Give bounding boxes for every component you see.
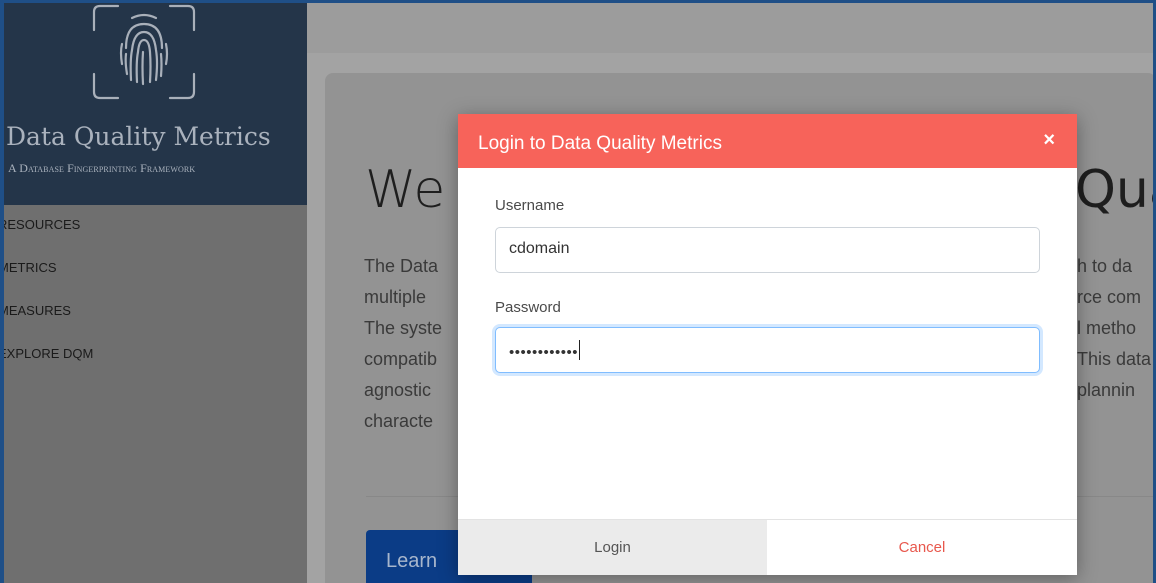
sidebar-item-measures[interactable]: MEASURES [0, 300, 93, 343]
sidebar-item-explore-dqm[interactable]: EXPLORE DQM [0, 343, 93, 386]
login-button[interactable]: Login [458, 520, 767, 575]
lead-line: The Data [364, 256, 439, 276]
top-navbar [307, 0, 1156, 53]
lead-line: This data [1077, 349, 1152, 369]
hero-title-continued: Qua [1075, 160, 1156, 220]
lead-line: l metho [1077, 318, 1137, 338]
password-value: •••••••••••• [509, 344, 579, 361]
lead-line: plannin [1077, 380, 1136, 400]
sidebar-item-metrics[interactable]: METRICS [0, 257, 93, 300]
brand-panel: Data Quality Metrics A Database Fingerpr… [0, 0, 307, 205]
close-icon[interactable]: × [1043, 130, 1055, 150]
lead-line: multiple [364, 287, 427, 307]
password-label: Password [495, 299, 561, 316]
lead-line: rce com [1077, 287, 1142, 307]
login-modal: Login to Data Quality Metrics × Username… [458, 114, 1077, 575]
sidebar-nav: RESOURCES METRICS MEASURES EXPLORE DQM [0, 214, 93, 386]
password-input[interactable]: •••••••••••• [495, 327, 1040, 373]
username-input[interactable]: cdomain [495, 227, 1040, 273]
hero-lead-text-continued: h to da rce com l metho This data planni… [1077, 251, 1151, 406]
hero-title: We [365, 160, 446, 220]
username-value: cdomain [509, 240, 570, 257]
username-label: Username [495, 197, 565, 214]
hero-lead-text: The Data multiple The syste compatib agn… [364, 251, 442, 437]
brand-title: Data Quality Metrics [6, 122, 271, 151]
brand-subtitle: A Database Fingerprinting Framework [8, 161, 196, 175]
modal-header: Login to Data Quality Metrics × [458, 114, 1077, 168]
sidebar: Data Quality Metrics A Database Fingerpr… [0, 0, 307, 583]
sidebar-item-resources[interactable]: RESOURCES [0, 214, 93, 257]
window-border [0, 0, 1156, 3]
fingerprint-icon [92, 4, 196, 100]
lead-line: h to da [1077, 256, 1133, 276]
text-caret [579, 340, 581, 360]
modal-title: Login to Data Quality Metrics [478, 133, 722, 154]
modal-footer: Login Cancel [458, 519, 1077, 575]
lead-line: The syste [364, 318, 443, 338]
cancel-button[interactable]: Cancel [767, 520, 1077, 575]
lead-line: compatib [364, 349, 438, 369]
lead-line: characte [364, 411, 434, 431]
lead-line: agnostic [364, 380, 432, 400]
window-border [0, 0, 4, 583]
